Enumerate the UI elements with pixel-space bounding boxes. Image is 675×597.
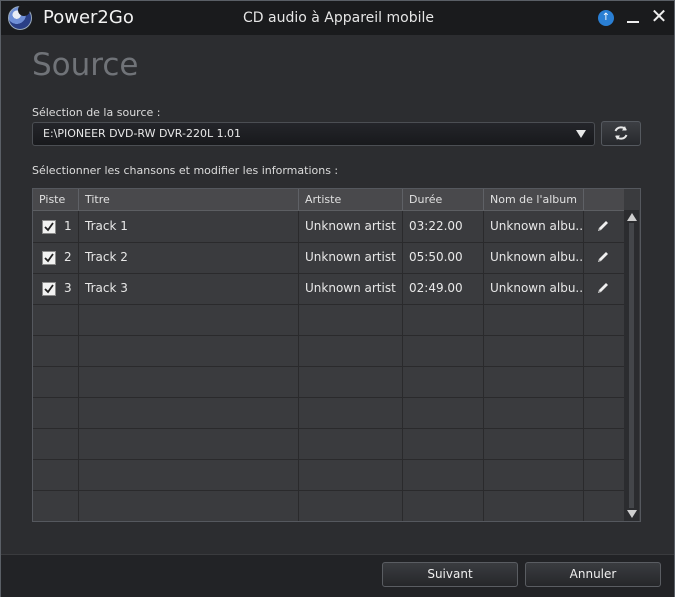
source-label: Sélection de la source : [32, 106, 161, 119]
checkmark-icon [44, 253, 54, 263]
title-bar: Power2Go CD audio à Appareil mobile ↑ ✕ [1, 1, 674, 35]
empty-row [33, 397, 624, 429]
track-artist: Unknown artist [299, 242, 403, 273]
minimize-icon[interactable] [624, 6, 642, 28]
track-album: Unknown albu... [484, 273, 584, 304]
empty-row [33, 490, 624, 521]
column-header-titre[interactable]: Titre [79, 189, 299, 210]
table-row[interactable]: 2 Track 2 Unknown artist 05:50.00 Unknow… [33, 242, 624, 274]
table-body: 1 Track 1 Unknown artist 03:22.00 Unknow… [33, 211, 624, 521]
table-header: Piste Titre Artiste Durée Nom de l'album [33, 189, 624, 211]
pencil-icon[interactable] [596, 250, 610, 264]
tracks-table: Piste Titre Artiste Durée Nom de l'album… [32, 188, 641, 522]
table-row[interactable]: 3 Track 3 Unknown artist 02:49.00 Unknow… [33, 273, 624, 305]
empty-row [33, 335, 624, 367]
footer-bar: Suivant Annuler [1, 554, 674, 597]
track-album: Unknown albu... [484, 242, 584, 273]
column-header-duree[interactable]: Durée [403, 189, 484, 210]
column-header-artiste[interactable]: Artiste [299, 189, 403, 210]
songs-label: Sélectionner les chansons et modifier le… [32, 164, 339, 177]
cancel-button[interactable]: Annuler [525, 562, 661, 587]
table-row[interactable]: 1 Track 1 Unknown artist 03:22.00 Unknow… [33, 211, 624, 243]
track-number-cell: 1 [33, 211, 79, 242]
edit-cell [584, 273, 624, 304]
scroll-track[interactable] [629, 223, 634, 508]
empty-row [33, 304, 624, 336]
column-header-piste[interactable]: Piste [33, 189, 79, 210]
checkmark-icon [44, 222, 54, 232]
scroll-down-arrow-icon[interactable] [627, 510, 637, 518]
track-checkbox[interactable] [42, 282, 56, 296]
app-window: Power2Go CD audio à Appareil mobile ↑ ✕ … [0, 0, 675, 597]
edit-cell [584, 211, 624, 242]
table-scrollbar[interactable] [624, 210, 639, 521]
close-icon[interactable]: ✕ [649, 5, 669, 27]
pencil-icon[interactable] [596, 219, 610, 233]
track-checkbox[interactable] [42, 220, 56, 234]
track-title: Track 2 [79, 242, 299, 273]
track-number: 2 [64, 250, 72, 264]
window-title: CD audio à Appareil mobile [243, 10, 434, 26]
track-duration: 05:50.00 [403, 242, 484, 273]
refresh-button[interactable] [601, 121, 641, 146]
track-title: Track 3 [79, 273, 299, 304]
column-header-edit [584, 189, 624, 210]
track-artist: Unknown artist [299, 211, 403, 242]
empty-row [33, 366, 624, 398]
page-title: Source [32, 47, 139, 83]
refresh-icon [614, 126, 628, 140]
track-duration: 03:22.00 [403, 211, 484, 242]
checkmark-icon [44, 284, 54, 294]
dropdown-arrow-icon [576, 130, 586, 138]
track-number: 1 [64, 219, 72, 233]
track-duration: 02:49.00 [403, 273, 484, 304]
track-artist: Unknown artist [299, 273, 403, 304]
pencil-icon[interactable] [596, 281, 610, 295]
empty-row [33, 428, 624, 460]
edit-cell [584, 242, 624, 273]
track-number-cell: 2 [33, 242, 79, 273]
update-arrow-icon[interactable]: ↑ [598, 10, 614, 26]
track-number: 3 [64, 281, 72, 295]
next-button[interactable]: Suivant [382, 562, 518, 587]
source-dropdown[interactable]: E:\PIONEER DVD-RW DVR-220L 1.01 [32, 122, 595, 146]
track-album: Unknown albu... [484, 211, 584, 242]
source-dropdown-value: E:\PIONEER DVD-RW DVR-220L 1.01 [43, 127, 242, 140]
track-title: Track 1 [79, 211, 299, 242]
column-header-album[interactable]: Nom de l'album [484, 189, 584, 210]
track-number-cell: 3 [33, 273, 79, 304]
track-checkbox[interactable] [42, 251, 56, 265]
scroll-up-arrow-icon[interactable] [627, 213, 637, 221]
empty-row [33, 459, 624, 491]
